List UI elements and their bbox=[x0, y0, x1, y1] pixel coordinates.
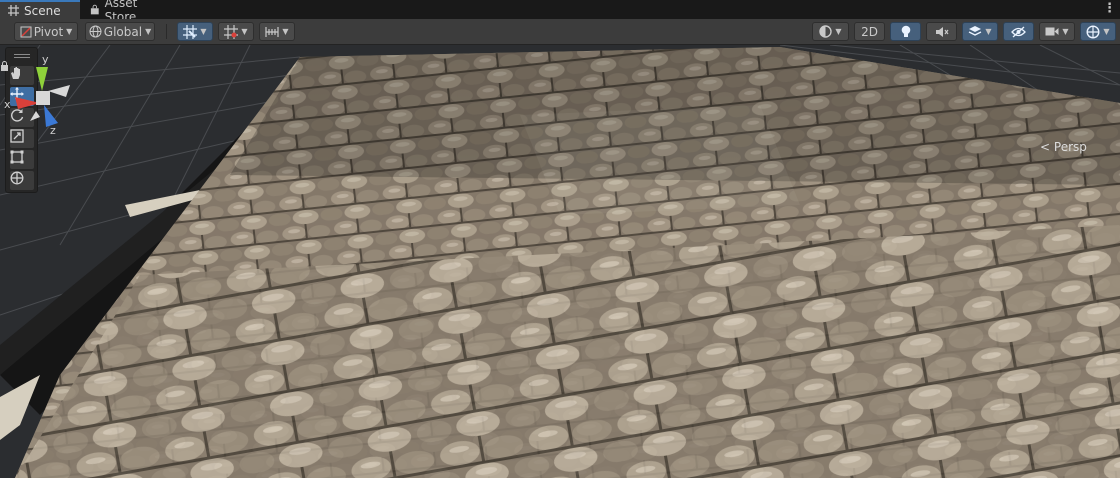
speaker-muted-icon bbox=[935, 26, 948, 37]
axis-y-label: y bbox=[42, 53, 49, 66]
scene-render bbox=[0, 45, 1120, 478]
global-label: Global bbox=[103, 24, 143, 39]
orientation-gizmo[interactable]: y x z bbox=[0, 53, 96, 165]
tab-scene-label: Scene bbox=[24, 3, 61, 18]
chevron-down-icon: ▼ bbox=[1103, 27, 1110, 36]
layers-effects-icon bbox=[969, 26, 982, 36]
chevron-down-icon: ▼ bbox=[985, 27, 992, 36]
increment-snap-dropdown[interactable]: ▼ bbox=[218, 22, 254, 41]
transform-tool-button[interactable] bbox=[10, 171, 34, 190]
scene-toolbar: Pivot ▼ Global ▼ ▼ ▼ ▼ ▼ 2D ▼ ▼ ▼ bbox=[0, 19, 1120, 45]
draw-mode-dropdown[interactable]: ▼ bbox=[812, 22, 849, 41]
projection-label: Persp bbox=[1053, 140, 1087, 154]
chevron-left-icon: < bbox=[1040, 140, 1051, 154]
chevron-down-icon: ▼ bbox=[282, 27, 289, 36]
ruler-icon bbox=[265, 26, 280, 37]
axis-z-label: z bbox=[50, 124, 56, 137]
chevron-down-icon: ▼ bbox=[145, 27, 152, 36]
chevron-down-icon: ▼ bbox=[835, 27, 842, 36]
scene-viewport[interactable]: y x z < Persp bbox=[0, 45, 1120, 478]
projection-toggle[interactable]: < Persp bbox=[1040, 140, 1087, 154]
chevron-down-icon: ▼ bbox=[200, 27, 207, 36]
eye-hidden-icon bbox=[1011, 26, 1026, 37]
grid-snapping-dropdown[interactable]: ▼ bbox=[177, 22, 213, 41]
lock-icon[interactable] bbox=[0, 61, 9, 71]
gizmos-dropdown[interactable]: ▼ bbox=[1080, 22, 1116, 41]
tab-scene[interactable]: Scene bbox=[0, 0, 80, 19]
camera-dropdown[interactable]: ▼ bbox=[1039, 22, 1075, 41]
bag-icon bbox=[90, 4, 99, 14]
chevron-down-icon: ▼ bbox=[1062, 27, 1069, 36]
shading-sphere-icon bbox=[819, 25, 833, 38]
global-dropdown[interactable]: Global ▼ bbox=[85, 22, 155, 41]
grid-icon bbox=[8, 5, 19, 16]
increment-snap-icon bbox=[224, 24, 239, 39]
axis-x-label: x bbox=[4, 98, 11, 111]
chevron-down-icon: ▼ bbox=[66, 27, 73, 36]
grid-snap-icon bbox=[183, 24, 198, 39]
camera-icon bbox=[1045, 27, 1059, 36]
transform-icon bbox=[10, 171, 24, 185]
effects-dropdown[interactable]: ▼ bbox=[962, 22, 998, 41]
globe-icon bbox=[89, 25, 102, 38]
visibility-toggle-button[interactable] bbox=[1003, 22, 1034, 41]
pivot-icon bbox=[20, 26, 32, 37]
2d-toggle-button[interactable]: 2D bbox=[854, 22, 885, 41]
divider bbox=[166, 24, 167, 39]
ruler-snap-dropdown[interactable]: ▼ bbox=[259, 22, 295, 41]
lighting-toggle-button[interactable] bbox=[890, 22, 921, 41]
pivot-label: Pivot bbox=[33, 24, 64, 39]
tab-bar: Scene Asset Store ⋮ bbox=[0, 0, 1120, 24]
lightbulb-icon bbox=[901, 25, 910, 37]
gizmo-globe-icon bbox=[1086, 24, 1100, 39]
2d-label: 2D bbox=[861, 24, 878, 39]
more-options-icon[interactable]: ⋮ bbox=[1103, 1, 1116, 16]
pivot-dropdown[interactable]: Pivot ▼ bbox=[14, 22, 78, 41]
chevron-down-icon: ▼ bbox=[241, 27, 248, 36]
tab-asset-store[interactable]: Asset Store bbox=[82, 0, 172, 24]
audio-toggle-button[interactable] bbox=[926, 22, 957, 41]
